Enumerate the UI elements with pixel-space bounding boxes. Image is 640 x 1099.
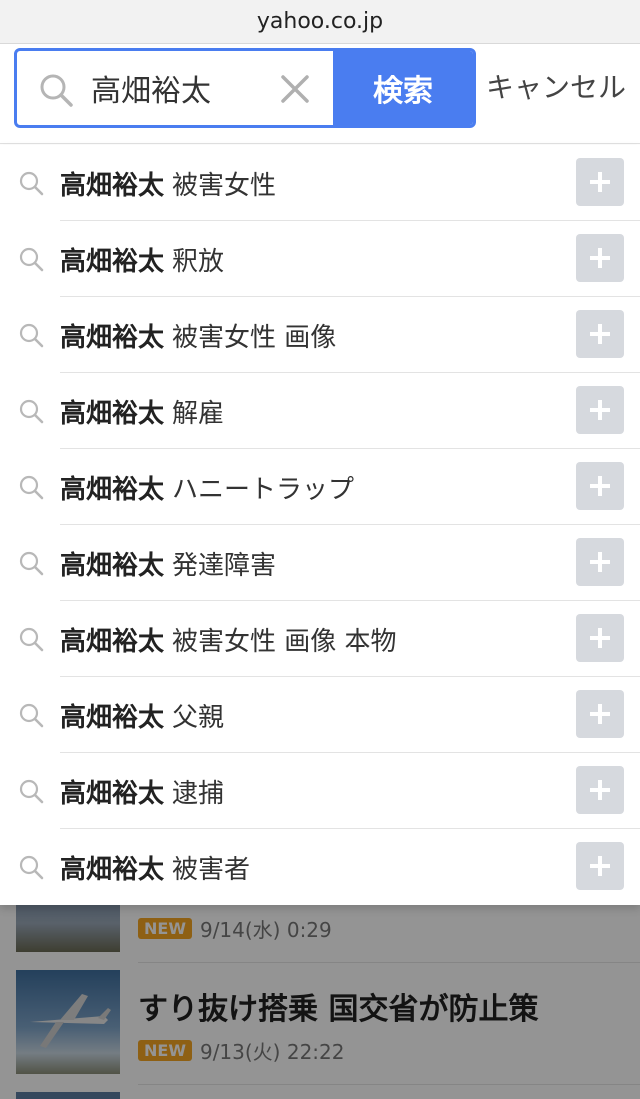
suggestion-base: 高畑裕太: [60, 550, 165, 581]
suggestion-base: 高畑裕太: [60, 626, 165, 657]
search-icon: [40, 74, 73, 107]
search-icon: [19, 247, 44, 272]
plus-icon: [590, 628, 610, 648]
plus-icon: [590, 704, 610, 724]
plus-icon: [590, 780, 610, 800]
suggestion-base: 高畑裕太: [60, 246, 165, 277]
append-button[interactable]: [576, 842, 624, 890]
search-icon: [19, 779, 44, 804]
search-icon: [19, 399, 44, 424]
suggestion-suffix: 被害女性 画像: [172, 322, 337, 353]
plus-icon: [590, 476, 610, 496]
suggestion-item[interactable]: 高畑裕太 被害女性: [0, 145, 640, 221]
plus-icon: [590, 400, 610, 420]
plus-icon: [590, 248, 610, 268]
suggestion-base: 高畑裕太: [60, 778, 165, 809]
clear-icon[interactable]: [279, 73, 311, 105]
suggestion-suffix: 釈放: [172, 246, 225, 277]
search-button[interactable]: 検索: [333, 51, 473, 125]
search-icon: [19, 475, 44, 500]
plus-icon: [590, 856, 610, 876]
suggestion-item[interactable]: 高畑裕太 逮捕: [0, 753, 640, 829]
suggestion-item[interactable]: 高畑裕太 被害女性 画像 本物: [0, 601, 640, 677]
search-input[interactable]: [91, 65, 271, 111]
plus-icon: [590, 324, 610, 344]
append-button[interactable]: [576, 386, 624, 434]
suggestion-suffix: 父親: [172, 702, 225, 733]
suggestion-base: 高畑裕太: [60, 398, 165, 429]
search-icon: [19, 551, 44, 576]
cancel-button[interactable]: キャンセル: [486, 66, 626, 106]
append-button[interactable]: [576, 538, 624, 586]
suggestion-base: 高畑裕太: [60, 170, 165, 201]
append-button[interactable]: [576, 234, 624, 282]
search-icon: [19, 171, 44, 196]
append-button[interactable]: [576, 158, 624, 206]
search-icon: [19, 627, 44, 652]
append-button[interactable]: [576, 462, 624, 510]
suggestion-item[interactable]: 高畑裕太 発達障害: [0, 525, 640, 601]
search-header: 検索 キャンセル: [0, 44, 640, 144]
plus-icon: [590, 552, 610, 572]
suggestion-suffix: 被害者: [172, 854, 251, 885]
append-button[interactable]: [576, 766, 624, 814]
suggestion-base: 高畑裕太: [60, 854, 165, 885]
suggestion-item[interactable]: 高畑裕太 被害者: [0, 829, 640, 905]
suggestion-base: 高畑裕太: [60, 702, 165, 733]
search-icon: [19, 703, 44, 728]
append-button[interactable]: [576, 690, 624, 738]
url-text: yahoo.co.jp: [256, 9, 384, 34]
suggestion-item[interactable]: 高畑裕太 父親: [0, 677, 640, 753]
plus-icon: [590, 172, 610, 192]
suggestion-base: 高畑裕太: [60, 322, 165, 353]
suggestion-list: 高畑裕太 被害女性 高畑裕太 釈放 高畑裕太 被害女性 画像 高畑裕太 解雇 高畑裕太ハ…: [0, 145, 640, 905]
append-button[interactable]: [576, 614, 624, 662]
suggestion-item[interactable]: 高畑裕太 釈放: [0, 221, 640, 297]
append-button[interactable]: [576, 310, 624, 358]
suggestion-item[interactable]: 高畑裕太 被害女性 画像: [0, 297, 640, 373]
suggestion-suffix: 発達障害: [172, 550, 277, 581]
suggestion-suffix: ハニートラップ: [172, 474, 355, 505]
suggestion-suffix: 解雇: [172, 398, 225, 429]
suggestion-suffix: 逮捕: [172, 778, 225, 809]
search-box: 検索: [14, 48, 476, 128]
suggestion-suffix: 被害女性: [172, 170, 277, 201]
search-icon: [19, 323, 44, 348]
url-bar[interactable]: yahoo.co.jp: [0, 0, 640, 44]
suggestion-base: 高畑裕太: [60, 474, 165, 505]
search-field[interactable]: [17, 51, 333, 125]
suggestion-suffix: 被害女性 画像 本物: [172, 626, 397, 657]
suggestion-item[interactable]: 高畑裕太 解雇: [0, 373, 640, 449]
search-icon: [19, 855, 44, 880]
suggestion-item[interactable]: 高畑裕太 ハニートラップ: [0, 449, 640, 525]
